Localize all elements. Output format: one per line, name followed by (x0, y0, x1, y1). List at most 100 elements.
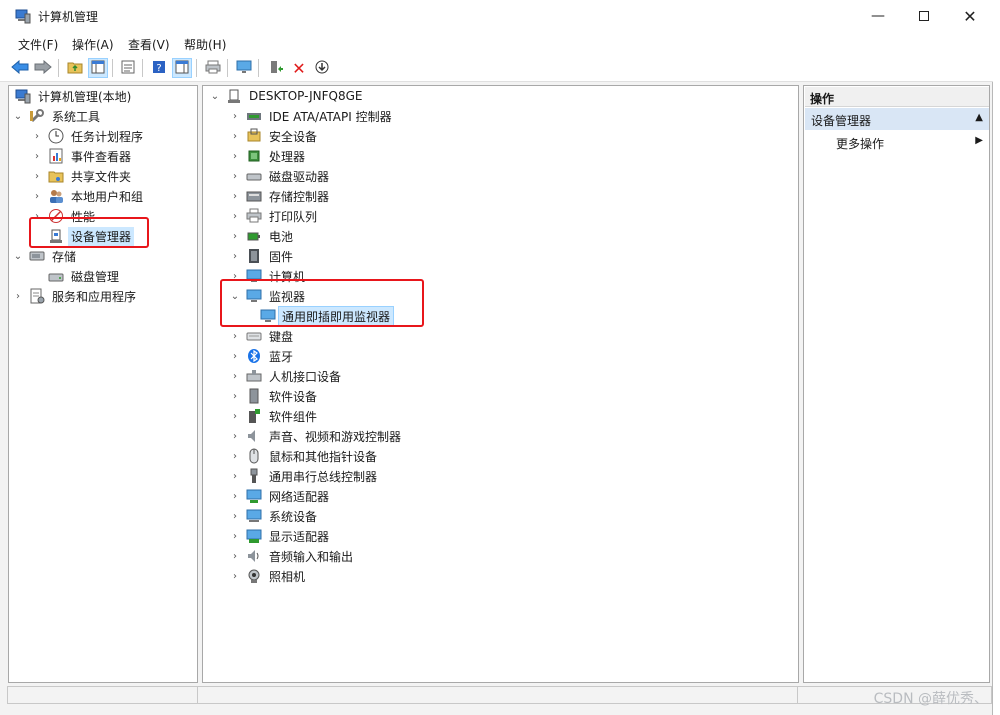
chevron-right-icon[interactable]: › (228, 489, 242, 503)
device-category-storage-controller[interactable]: › 存储控制器 (228, 186, 332, 206)
title-bar[interactable]: 计算机管理 — ✕ (0, 0, 993, 32)
chevron-right-icon[interactable]: › (228, 109, 242, 123)
forward-button[interactable] (33, 58, 53, 78)
device-category-software-component[interactable]: › 软件组件 (228, 406, 320, 426)
device-category-usb[interactable]: › 通用串行总线控制器 (228, 466, 380, 486)
device-category-mouse[interactable]: › 鼠标和其他指针设备 (228, 446, 380, 466)
chevron-down-icon[interactable]: ⌄ (208, 89, 222, 103)
maximize-button[interactable] (901, 0, 947, 32)
tree-item-local-users[interactable]: › 本地用户和组 (30, 186, 146, 206)
show-hide-tree-button[interactable] (88, 58, 108, 78)
navigation-tree-pane[interactable]: 计算机管理(本地) ⌄ 系统工具 › 任务计划程序 › 事件查看器 › 共享文件… (8, 85, 198, 683)
tree-item-computer[interactable]: ⌄ DESKTOP-JNFQ8GE (208, 86, 366, 106)
back-button[interactable] (10, 58, 30, 78)
chevron-right-icon[interactable]: › (228, 469, 242, 483)
menu-file[interactable]: 文件(F) (18, 36, 58, 53)
help-button[interactable]: ? (149, 58, 169, 78)
device-category-system-device[interactable]: › 系统设备 (228, 506, 320, 526)
menu-view[interactable]: 查看(V) (128, 36, 170, 53)
show-hide-action-pane-button[interactable] (172, 58, 192, 78)
chevron-right-icon[interactable]: › (30, 129, 44, 143)
chevron-right-icon[interactable]: › (228, 149, 242, 163)
device-category-processor[interactable]: › 处理器 (228, 146, 308, 166)
chevron-right-icon[interactable]: › (228, 429, 242, 443)
chevron-right-icon[interactable]: › (228, 569, 242, 583)
chevron-right-icon[interactable]: › (228, 549, 242, 563)
tree-item-shared-folders[interactable]: › 共享文件夹 (30, 166, 134, 186)
device-category-keyboard[interactable]: › 键盘 (228, 326, 296, 346)
device-tree-pane[interactable]: ⌄ DESKTOP-JNFQ8GE › IDE ATA/ATAPI 控制器 › 安全设… (202, 85, 799, 683)
chevron-right-icon[interactable]: › (228, 169, 242, 183)
disable-device-button[interactable] (312, 58, 332, 78)
device-category-battery[interactable]: › 电池 (228, 226, 296, 246)
tree-item-storage[interactable]: ⌄ 存储 (11, 246, 79, 266)
chevron-right-icon[interactable]: › (228, 249, 242, 263)
menu-action[interactable]: 操作(A) (72, 36, 114, 53)
device-category-display-adapter[interactable]: › 显示适配器 (228, 526, 332, 546)
tree-item-label: 计算机管理(本地) (38, 89, 132, 104)
update-driver-icon (269, 59, 283, 78)
device-category-ide-controller[interactable]: › IDE ATA/ATAPI 控制器 (228, 106, 395, 126)
minimize-icon: — (871, 8, 885, 24)
menu-help[interactable]: 帮助(H) (184, 36, 226, 53)
device-category-security-device[interactable]: › 安全设备 (228, 126, 320, 146)
device-category-network-adapter[interactable]: › 网络适配器 (228, 486, 332, 506)
chevron-down-icon[interactable]: ⌄ (11, 249, 25, 263)
device-category-audio-io[interactable]: › 音频输入和输出 (228, 546, 356, 566)
chevron-right-icon[interactable]: › (30, 169, 44, 183)
chevron-right-icon[interactable]: › (30, 149, 44, 163)
device-category-label: 蓝牙 (269, 349, 294, 364)
minimize-button[interactable]: — (855, 0, 901, 32)
device-category-bluetooth[interactable]: › 蓝牙 (228, 346, 296, 366)
svg-text:?: ? (156, 63, 161, 74)
chevron-right-icon[interactable]: › (228, 349, 242, 363)
chevron-right-icon[interactable]: › (228, 369, 242, 383)
chevron-right-icon[interactable]: › (228, 509, 242, 523)
device-category-label: 软件设备 (269, 389, 318, 404)
tree-item-event-viewer[interactable]: › 事件查看器 (30, 146, 134, 166)
show-hide-action-pane-icon (175, 60, 189, 77)
chevron-right-icon[interactable]: › (228, 229, 242, 243)
print-button[interactable] (203, 58, 223, 78)
tree-item-root[interactable]: 计算机管理(本地) (11, 86, 134, 106)
device-category-printer[interactable]: › 打印队列 (228, 206, 320, 226)
actions-section-device-manager[interactable]: 设备管理器 ▲ (805, 108, 989, 130)
csdn-watermark: CSDN @薛优秀、 (873, 691, 988, 707)
device-category-label: 声音、视频和游戏控制器 (269, 429, 402, 444)
tree-item-services-apps[interactable]: › 服务和应用程序 (11, 286, 139, 306)
chevron-right-icon[interactable]: › (11, 289, 25, 303)
uninstall-device-button[interactable]: ✕ (289, 58, 309, 78)
collapse-up-icon[interactable]: ▲ (975, 112, 983, 123)
device-category-label: 显示适配器 (269, 529, 330, 544)
chevron-down-icon[interactable]: ⌄ (11, 109, 25, 123)
device-category-hid[interactable]: › 人机接口设备 (228, 366, 344, 386)
device-category-sound[interactable]: › 声音、视频和游戏控制器 (228, 426, 404, 446)
chevron-right-icon[interactable]: › (228, 129, 242, 143)
chevron-right-icon[interactable]: › (228, 209, 242, 223)
device-category-firmware[interactable]: › 固件 (228, 246, 296, 266)
device-category-label: 鼠标和其他指针设备 (269, 449, 378, 464)
chevron-right-icon[interactable]: › (228, 329, 242, 343)
chevron-right-icon[interactable]: › (228, 189, 242, 203)
more-actions-item[interactable]: 更多操作 ▶ (805, 132, 989, 152)
tree-item-disk-management[interactable]: 磁盘管理 (44, 266, 122, 286)
chevron-right-icon[interactable]: › (228, 389, 242, 403)
tree-item-system-tools[interactable]: ⌄ 系统工具 (11, 106, 103, 126)
disk-drive-icon (246, 168, 262, 184)
device-category-software-device[interactable]: › 软件设备 (228, 386, 320, 406)
shared-folder-icon (48, 168, 64, 184)
tree-item-task-scheduler[interactable]: › 任务计划程序 (30, 126, 146, 146)
close-button[interactable]: ✕ (947, 0, 993, 32)
disk-management-icon (48, 268, 64, 284)
device-category-disk-drive[interactable]: › 磁盘驱动器 (228, 166, 332, 186)
chevron-right-icon[interactable]: › (228, 409, 242, 423)
window-title: 计算机管理 (38, 10, 99, 24)
chevron-right-icon[interactable]: › (30, 189, 44, 203)
chevron-right-icon[interactable]: › (228, 449, 242, 463)
properties-button[interactable] (118, 58, 138, 78)
up-one-level-button[interactable] (65, 58, 85, 78)
scan-hardware-button[interactable] (234, 58, 254, 78)
update-driver-button[interactable] (266, 58, 286, 78)
chevron-right-icon[interactable]: › (228, 529, 242, 543)
device-category-camera[interactable]: › 照相机 (228, 566, 308, 586)
